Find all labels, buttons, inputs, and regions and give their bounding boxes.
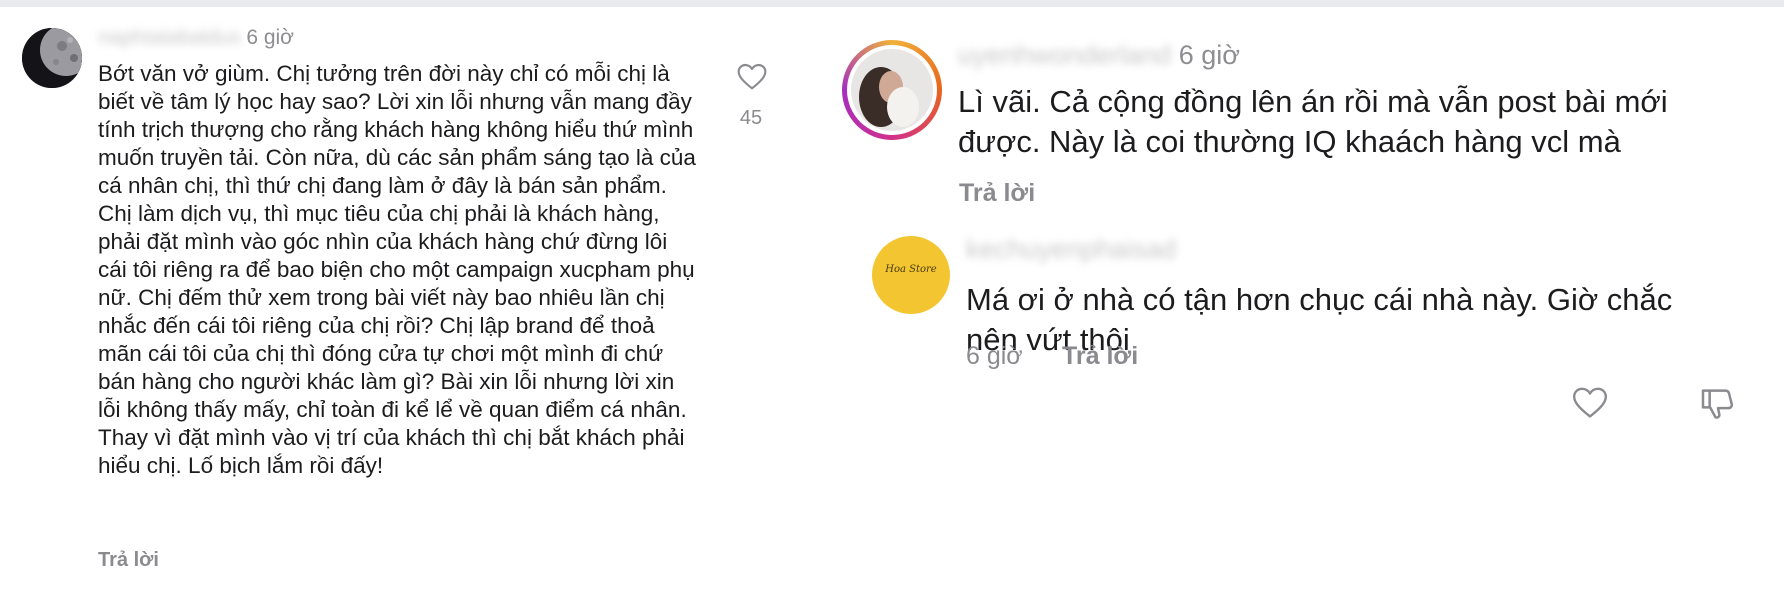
right-comment: uyenhwonderland 6 giờ Lì vãi. Cả cộng đồ… [820, 0, 1784, 220]
reply-button[interactable]: Trả lời [1062, 342, 1138, 371]
reply-button[interactable]: Trả lời [959, 179, 1035, 208]
avatar[interactable] [22, 28, 82, 88]
avatar [847, 45, 937, 135]
nested-reply: Hoa Store kechuyenphaisad Má ơi ở nhà có… [860, 220, 1784, 450]
username[interactable]: kechuyenphaisad [966, 234, 1176, 265]
avatar-story-ring[interactable] [842, 40, 942, 140]
like-button[interactable] [1570, 384, 1614, 428]
comment-text: Lì vãi. Cả cộng đồng lên án rồi mà vẫn p… [958, 84, 1668, 159]
comment-time: 6 giờ [966, 342, 1023, 370]
comment-header: naphtalabaldus 6 giờ [98, 26, 294, 50]
reply-button[interactable]: Trả lời [98, 549, 159, 572]
like-button[interactable] [732, 61, 772, 97]
avatar[interactable]: Hoa Store [872, 236, 950, 314]
comment-text: Bớt văn vở giùm. Chị tưởng trên đời này … [98, 61, 696, 478]
username-text: kechuyenphaisad [966, 234, 1177, 264]
comment-footer: 6 giờ Trả lời [966, 342, 1766, 382]
comment-time: 6 giờ [246, 26, 294, 49]
heart-outline-icon [1572, 387, 1608, 418]
portrait-avatar-image [851, 49, 933, 131]
like-count: 45 [739, 107, 763, 129]
comment-header: uyenhwonderland 6 giờ [958, 40, 1240, 71]
avatar-logo-text: Hoa Store [885, 264, 937, 275]
left-comment: naphtalabaldus 6 giờ Bớt văn vở giùm. Ch… [0, 0, 800, 592]
heart-outline-icon [737, 63, 767, 90]
comment-time: 6 giờ [1178, 40, 1240, 70]
username[interactable]: naphtalabaldus [98, 26, 240, 49]
dislike-button[interactable] [1698, 384, 1742, 428]
moon-avatar-image [22, 28, 82, 88]
username[interactable]: uyenhwonderland [958, 40, 1171, 70]
thumbs-down-icon [1701, 389, 1734, 419]
